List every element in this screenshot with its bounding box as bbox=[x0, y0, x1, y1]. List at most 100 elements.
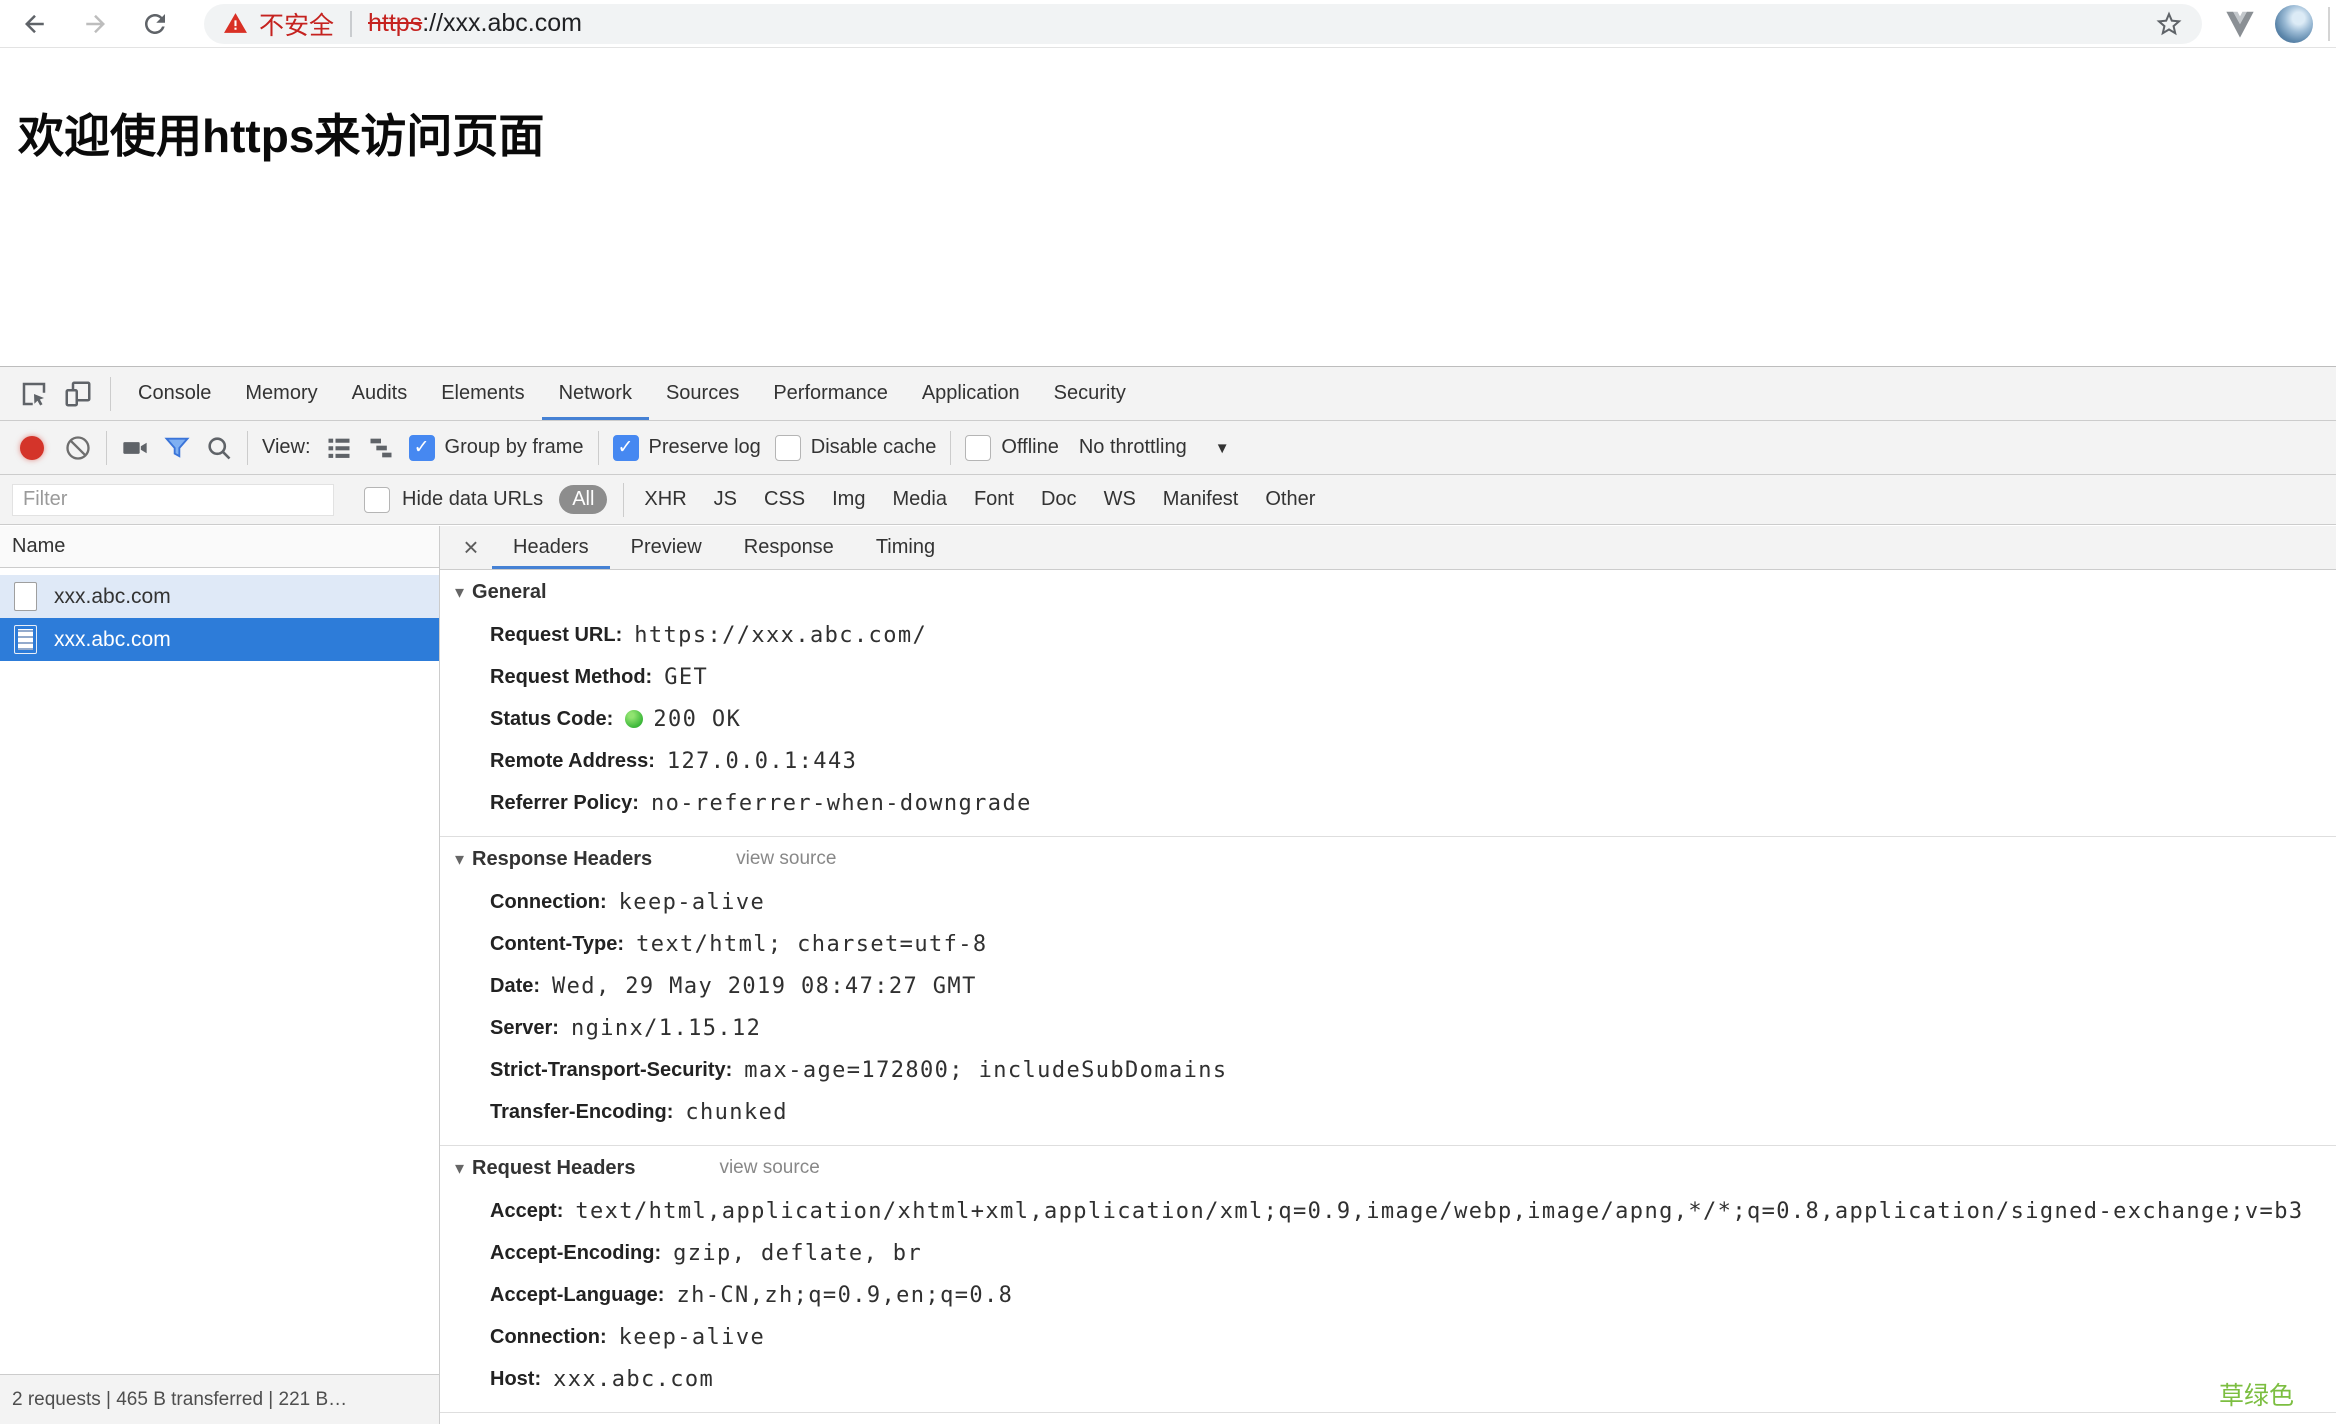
field-label: Host: bbox=[490, 1367, 542, 1390]
network-main: Name xxx.abc.com xxx.abc.com 2 requests … bbox=[0, 526, 2336, 1424]
disable-cache-checkbox[interactable] bbox=[774, 434, 801, 461]
column-header-name[interactable]: Name bbox=[0, 526, 439, 568]
filter-type-js[interactable]: JS bbox=[714, 488, 737, 511]
security-warning-label[interactable]: 不安全 bbox=[259, 6, 334, 42]
search-icon[interactable] bbox=[205, 434, 233, 462]
inspect-element-icon[interactable] bbox=[12, 372, 56, 416]
record-icon[interactable] bbox=[20, 435, 44, 460]
header-field: Strict-Transport-Security: max-age=17280… bbox=[440, 1049, 2336, 1091]
tab-preview[interactable]: Preview bbox=[610, 526, 723, 569]
tab-console[interactable]: Console bbox=[121, 367, 228, 420]
disable-cache-label[interactable]: Disable cache bbox=[811, 436, 937, 459]
divider bbox=[950, 430, 952, 465]
section-title[interactable]: General bbox=[472, 581, 546, 604]
field-label: Accept-Encoding: bbox=[490, 1241, 662, 1264]
disclosure-triangle-icon[interactable] bbox=[455, 582, 464, 603]
field-label: Connection: bbox=[490, 890, 607, 913]
vue-extension-icon[interactable] bbox=[2220, 4, 2260, 44]
filter-type-manifest[interactable]: Manifest bbox=[1163, 488, 1239, 511]
filter-type-font[interactable]: Font bbox=[974, 488, 1014, 511]
field-label: Remote Address: bbox=[490, 749, 655, 772]
list-view-icon[interactable] bbox=[325, 434, 353, 462]
preserve-log-label[interactable]: Preserve log bbox=[649, 436, 761, 459]
header-field: Referrer Policy: no-referrer-when-downgr… bbox=[440, 782, 2336, 824]
forward-icon[interactable] bbox=[78, 7, 112, 41]
divider bbox=[2328, 6, 2330, 41]
tab-audits[interactable]: Audits bbox=[335, 367, 425, 420]
tab-response[interactable]: Response bbox=[723, 526, 855, 569]
waterfall-view-icon[interactable] bbox=[367, 434, 395, 462]
group-by-frame-checkbox[interactable] bbox=[408, 434, 435, 461]
filter-type-css[interactable]: CSS bbox=[764, 488, 805, 511]
filter-type-xhr[interactable]: XHR bbox=[644, 488, 686, 511]
field-value: GET bbox=[664, 664, 709, 690]
offline-checkbox[interactable] bbox=[965, 434, 992, 461]
section-title[interactable]: Request Headers bbox=[472, 1157, 635, 1180]
view-source-link[interactable]: view source bbox=[719, 1157, 819, 1179]
filter-type-all[interactable]: All bbox=[559, 485, 608, 514]
tab-security[interactable]: Security bbox=[1037, 367, 1143, 420]
chevron-down-icon[interactable] bbox=[1215, 436, 1230, 459]
field-value: 127.0.0.1:443 bbox=[666, 748, 858, 774]
filter-input[interactable] bbox=[12, 483, 334, 516]
screenshot-camera-icon[interactable] bbox=[121, 434, 149, 462]
clear-icon[interactable] bbox=[64, 434, 92, 462]
hide-data-urls-label[interactable]: Hide data URLs bbox=[402, 488, 543, 511]
url-scheme-strikethrough: https bbox=[368, 9, 423, 37]
page-title: 欢迎使用https来访问页面 bbox=[18, 110, 545, 162]
group-by-frame-label[interactable]: Group by frame bbox=[445, 436, 584, 459]
field-label: Connection: bbox=[490, 1325, 607, 1348]
field-value: keep-alive bbox=[618, 889, 766, 915]
header-field: Connection: keep-alive bbox=[440, 881, 2336, 923]
filter-type-media[interactable]: Media bbox=[892, 488, 946, 511]
view-source-link[interactable]: view source bbox=[736, 848, 836, 870]
tab-timing[interactable]: Timing bbox=[855, 526, 956, 569]
bookmark-star-icon[interactable] bbox=[2154, 9, 2184, 39]
field-value: 200 OK bbox=[653, 706, 742, 732]
document-icon bbox=[14, 625, 37, 654]
profile-avatar-icon[interactable] bbox=[2274, 4, 2314, 44]
filter-type-ws[interactable]: WS bbox=[1104, 488, 1136, 511]
back-icon[interactable] bbox=[18, 7, 52, 41]
header-field: Status Code: 200 OK bbox=[440, 698, 2336, 740]
request-list-panel: Name xxx.abc.com xxx.abc.com 2 requests … bbox=[0, 526, 440, 1424]
divider bbox=[106, 430, 107, 465]
headers-body: General Request URL: https://xxx.abc.com… bbox=[440, 570, 2336, 1413]
field-value: no-referrer-when-downgrade bbox=[650, 790, 1032, 816]
tab-application[interactable]: Application bbox=[905, 367, 1037, 420]
tab-headers[interactable]: Headers bbox=[492, 526, 610, 569]
request-name: xxx.abc.com bbox=[54, 627, 171, 651]
preserve-log-checkbox[interactable] bbox=[612, 434, 639, 461]
disclosure-triangle-icon[interactable] bbox=[455, 849, 464, 870]
header-field: Request URL: https://xxx.abc.com/ bbox=[440, 614, 2336, 656]
field-label: Request Method: bbox=[490, 665, 653, 688]
filter-type-doc[interactable]: Doc bbox=[1041, 488, 1077, 511]
tab-performance[interactable]: Performance bbox=[756, 367, 905, 420]
request-row-selected[interactable]: xxx.abc.com bbox=[0, 618, 439, 661]
filter-type-img[interactable]: Img bbox=[832, 488, 865, 511]
filter-funnel-icon[interactable] bbox=[163, 434, 191, 462]
close-icon[interactable]: × bbox=[450, 526, 492, 570]
hide-data-urls-checkbox[interactable] bbox=[364, 486, 390, 513]
address-bar[interactable]: 不安全 https ://xxx.abc.com bbox=[204, 3, 2202, 44]
device-toolbar-icon[interactable] bbox=[56, 372, 100, 416]
tab-network[interactable]: Network bbox=[541, 367, 649, 420]
tab-elements[interactable]: Elements bbox=[424, 367, 541, 420]
browser-window: 不安全 https ://xxx.abc.com 欢迎使用https来访问页面 bbox=[0, 0, 2336, 1424]
throttling-select[interactable]: No throttling bbox=[1079, 436, 1187, 459]
disclosure-triangle-icon[interactable] bbox=[455, 1158, 464, 1179]
watermark-text: 草绿色 bbox=[2218, 1382, 2294, 1410]
request-name: xxx.abc.com bbox=[54, 584, 171, 608]
offline-label[interactable]: Offline bbox=[1001, 436, 1058, 459]
filter-type-list: XHR JS CSS Img Media Font Doc WS Manifes… bbox=[644, 488, 1315, 511]
section-general: General Request URL: https://xxx.abc.com… bbox=[440, 570, 2336, 837]
section-title[interactable]: Response Headers bbox=[472, 848, 652, 871]
security-warning-icon[interactable] bbox=[222, 11, 249, 36]
tab-memory[interactable]: Memory bbox=[228, 367, 334, 420]
network-toolbar: View: Group by frame Preserve log Disabl… bbox=[0, 421, 2336, 475]
request-row[interactable]: xxx.abc.com bbox=[0, 575, 439, 618]
tab-sources[interactable]: Sources bbox=[649, 367, 756, 420]
status-ok-dot-icon bbox=[625, 710, 644, 728]
filter-type-other[interactable]: Other bbox=[1265, 488, 1315, 511]
reload-icon[interactable] bbox=[138, 7, 172, 41]
